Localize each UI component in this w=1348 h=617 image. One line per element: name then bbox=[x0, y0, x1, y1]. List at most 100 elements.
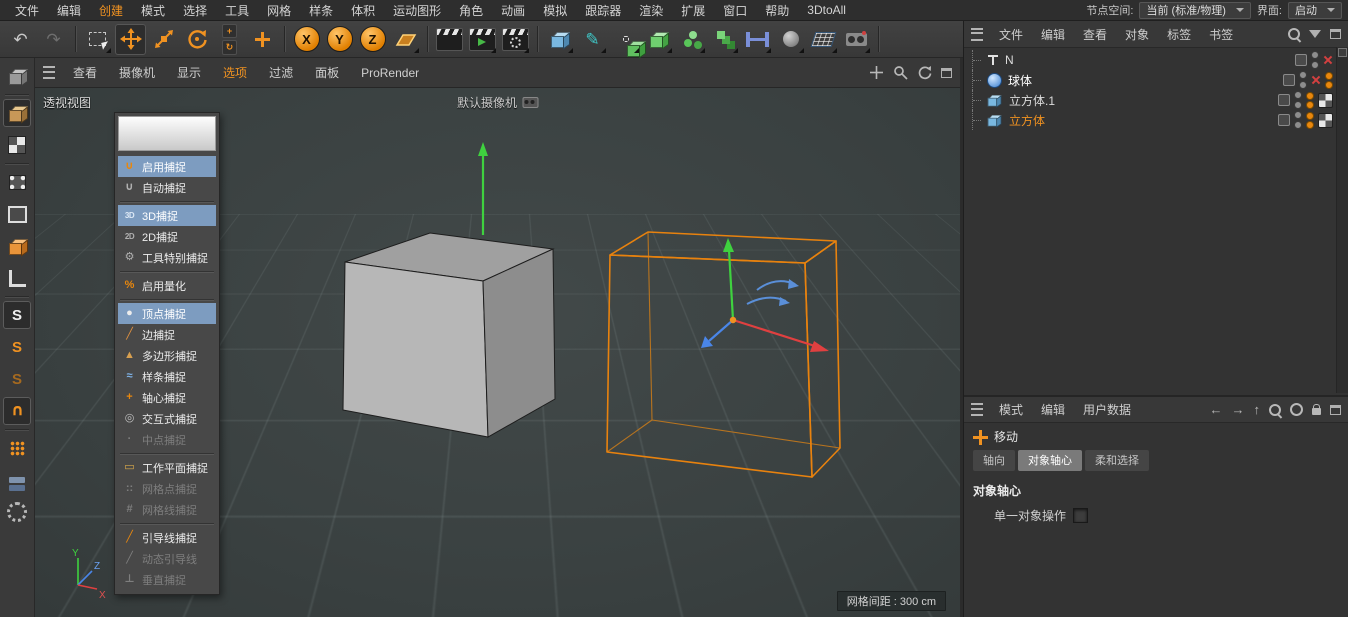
vp-menu-view[interactable]: 查看 bbox=[63, 64, 107, 81]
menu-character[interactable]: 角色 bbox=[450, 2, 492, 19]
layer-toggle-icon[interactable] bbox=[1295, 54, 1307, 66]
zoom-view-icon[interactable] bbox=[893, 65, 908, 80]
psr-mini-tools[interactable]: + ↻ bbox=[214, 24, 245, 55]
viewport-menu-handle-icon[interactable] bbox=[43, 66, 55, 79]
scale-tool-button[interactable] bbox=[148, 24, 179, 55]
live-selection-button[interactable] bbox=[82, 24, 113, 55]
lock-x-button[interactable]: X bbox=[291, 24, 322, 55]
menu-volume[interactable]: 体积 bbox=[342, 2, 384, 19]
camera-label[interactable]: 默认摄像机 bbox=[457, 94, 538, 111]
snap-item-2d[interactable]: 2D 2D捕捉 bbox=[118, 226, 216, 247]
visibility-dots-icon[interactable] bbox=[1294, 111, 1302, 129]
snap-item-interactive[interactable]: ◎ 交互式捕捉 bbox=[118, 408, 216, 429]
snap-item-spline[interactable]: ≈ 样条捕捉 bbox=[118, 366, 216, 387]
am-menu-mode[interactable]: 模式 bbox=[991, 401, 1031, 418]
om-menu-objects[interactable]: 对象 bbox=[1117, 26, 1157, 43]
menu-help[interactable]: 帮助 bbox=[756, 2, 798, 19]
object-manager-menu-handle-icon[interactable] bbox=[971, 28, 983, 41]
edge-mode-button[interactable] bbox=[3, 200, 31, 228]
texture-mode-button[interactable] bbox=[3, 131, 31, 159]
solo-hierarchy-button[interactable]: S bbox=[3, 365, 31, 393]
snap-item-axis[interactable]: + 轴心捕捉 bbox=[118, 387, 216, 408]
visibility-dots-icon[interactable] bbox=[1299, 71, 1307, 89]
menu-mograph[interactable]: 运动图形 bbox=[384, 2, 450, 19]
snap-item-quantize[interactable]: % 启用量化 bbox=[118, 275, 216, 296]
volume-builder-button[interactable] bbox=[775, 24, 806, 55]
snap-item-dynamic-guide[interactable]: ╱ 动态引导线 bbox=[118, 548, 216, 569]
menu-window[interactable]: 窗口 bbox=[714, 2, 756, 19]
snap-item-3d[interactable]: 3D 3D捕捉 bbox=[118, 205, 216, 226]
bevel-button[interactable] bbox=[643, 24, 674, 55]
spline-wrap-button[interactable] bbox=[742, 24, 773, 55]
om-menu-bookmarks[interactable]: 书签 bbox=[1201, 26, 1241, 43]
object-row-cube[interactable]: 立方体 bbox=[964, 110, 1337, 130]
menu-tracker[interactable]: 跟踪器 bbox=[576, 2, 630, 19]
object-row-n[interactable]: N bbox=[964, 50, 1337, 70]
panel-icon[interactable] bbox=[1330, 405, 1341, 415]
layers-button[interactable] bbox=[3, 466, 31, 494]
enable-axis-button[interactable] bbox=[247, 24, 278, 55]
menu-create[interactable]: 创建 bbox=[90, 2, 132, 19]
search-icon[interactable] bbox=[1269, 404, 1281, 416]
visibility-dots-icon[interactable] bbox=[1294, 91, 1302, 109]
spline-pen-button[interactable]: ✎ bbox=[577, 24, 608, 55]
am-menu-edit[interactable]: 编辑 bbox=[1033, 401, 1073, 418]
menu-file[interactable]: 文件 bbox=[6, 2, 48, 19]
interface-select[interactable]: 启动 bbox=[1288, 2, 1342, 19]
pan-view-icon[interactable] bbox=[869, 65, 884, 80]
y-axis-handle[interactable] bbox=[478, 142, 488, 235]
point-mode-button[interactable] bbox=[3, 168, 31, 196]
am-menu-userdata[interactable]: 用户数据 bbox=[1075, 401, 1139, 418]
tab-object-axis[interactable]: 对象轴心 bbox=[1018, 450, 1082, 471]
history-forward-icon[interactable]: → bbox=[1232, 403, 1245, 416]
disabled-x-icon[interactable] bbox=[1311, 75, 1321, 85]
view-label[interactable]: 透视视图 bbox=[43, 94, 91, 111]
field-button[interactable] bbox=[808, 24, 839, 55]
cloner-button[interactable] bbox=[676, 24, 707, 55]
om-menu-view[interactable]: 查看 bbox=[1075, 26, 1115, 43]
parent-up-icon[interactable]: ↑ bbox=[1254, 403, 1261, 416]
snap-item-edge[interactable]: ╱ 边捕捉 bbox=[118, 324, 216, 345]
camera-button[interactable] bbox=[841, 24, 872, 55]
viewport-canvas[interactable]: Y Z X 透视视图 默认摄像机 网格间距 : 300 cm ∪ 启用捕捉 ∪ … bbox=[35, 88, 960, 617]
texture-tag-icon[interactable] bbox=[1318, 113, 1333, 128]
menu-mode[interactable]: 模式 bbox=[132, 2, 174, 19]
vp-menu-filter[interactable]: 过滤 bbox=[259, 64, 303, 81]
rotate-view-icon[interactable] bbox=[917, 65, 932, 80]
disabled-x-icon[interactable] bbox=[1323, 55, 1333, 65]
cube-object[interactable] bbox=[343, 233, 555, 437]
snap-item-enable[interactable]: ∪ 启用捕捉 bbox=[118, 156, 216, 177]
history-back-icon[interactable]: ← bbox=[1210, 403, 1223, 416]
snap-item-tool[interactable]: ⚙ 工具特别捕捉 bbox=[118, 247, 216, 268]
menu-3dtoall[interactable]: 3DtoAll bbox=[798, 3, 855, 17]
snap-item-guide[interactable]: ╱ 引导线捕捉 bbox=[118, 527, 216, 548]
snap-item-polygon[interactable]: ▲ 多边形捕捉 bbox=[118, 345, 216, 366]
scroll-top-icon[interactable] bbox=[1338, 48, 1347, 57]
vp-menu-prorender[interactable]: ProRender bbox=[351, 66, 429, 80]
attribute-manager-menu-handle-icon[interactable] bbox=[971, 403, 983, 416]
material-tag-icon[interactable] bbox=[1306, 112, 1314, 129]
om-menu-file[interactable]: 文件 bbox=[991, 26, 1031, 43]
make-editable-button[interactable] bbox=[3, 62, 31, 90]
lock-z-button[interactable]: Z bbox=[357, 24, 388, 55]
solo-off-button[interactable]: S bbox=[3, 301, 31, 329]
menu-mesh[interactable]: 网格 bbox=[258, 2, 300, 19]
polygon-mode-button[interactable] bbox=[3, 232, 31, 260]
workplane-mode-button[interactable] bbox=[3, 264, 31, 292]
layer-toggle-icon[interactable] bbox=[1278, 114, 1290, 126]
vp-menu-options[interactable]: 选项 bbox=[213, 64, 257, 81]
vp-menu-cameras[interactable]: 摄像机 bbox=[109, 64, 165, 81]
snap-item-workplane[interactable]: ▭ 工作平面捕捉 bbox=[118, 457, 216, 478]
solo-single-button[interactable]: S bbox=[3, 333, 31, 361]
texture-tag-icon[interactable] bbox=[1318, 93, 1333, 108]
menu-tools[interactable]: 工具 bbox=[216, 2, 258, 19]
render-picture-viewer-button[interactable] bbox=[467, 24, 498, 55]
om-menu-tags[interactable]: 标签 bbox=[1159, 26, 1199, 43]
subdivision-surface-button[interactable] bbox=[610, 24, 641, 55]
snap-item-vertex[interactable]: ● 顶点捕捉 bbox=[118, 303, 216, 324]
snap-item-perpendicular[interactable]: ⊥ 垂直捕捉 bbox=[118, 569, 216, 590]
menu-select[interactable]: 选择 bbox=[174, 2, 216, 19]
single-object-checkbox[interactable] bbox=[1073, 508, 1088, 523]
vp-menu-panel[interactable]: 面板 bbox=[305, 64, 349, 81]
enable-snap-button[interactable]: ∪ bbox=[3, 397, 31, 425]
